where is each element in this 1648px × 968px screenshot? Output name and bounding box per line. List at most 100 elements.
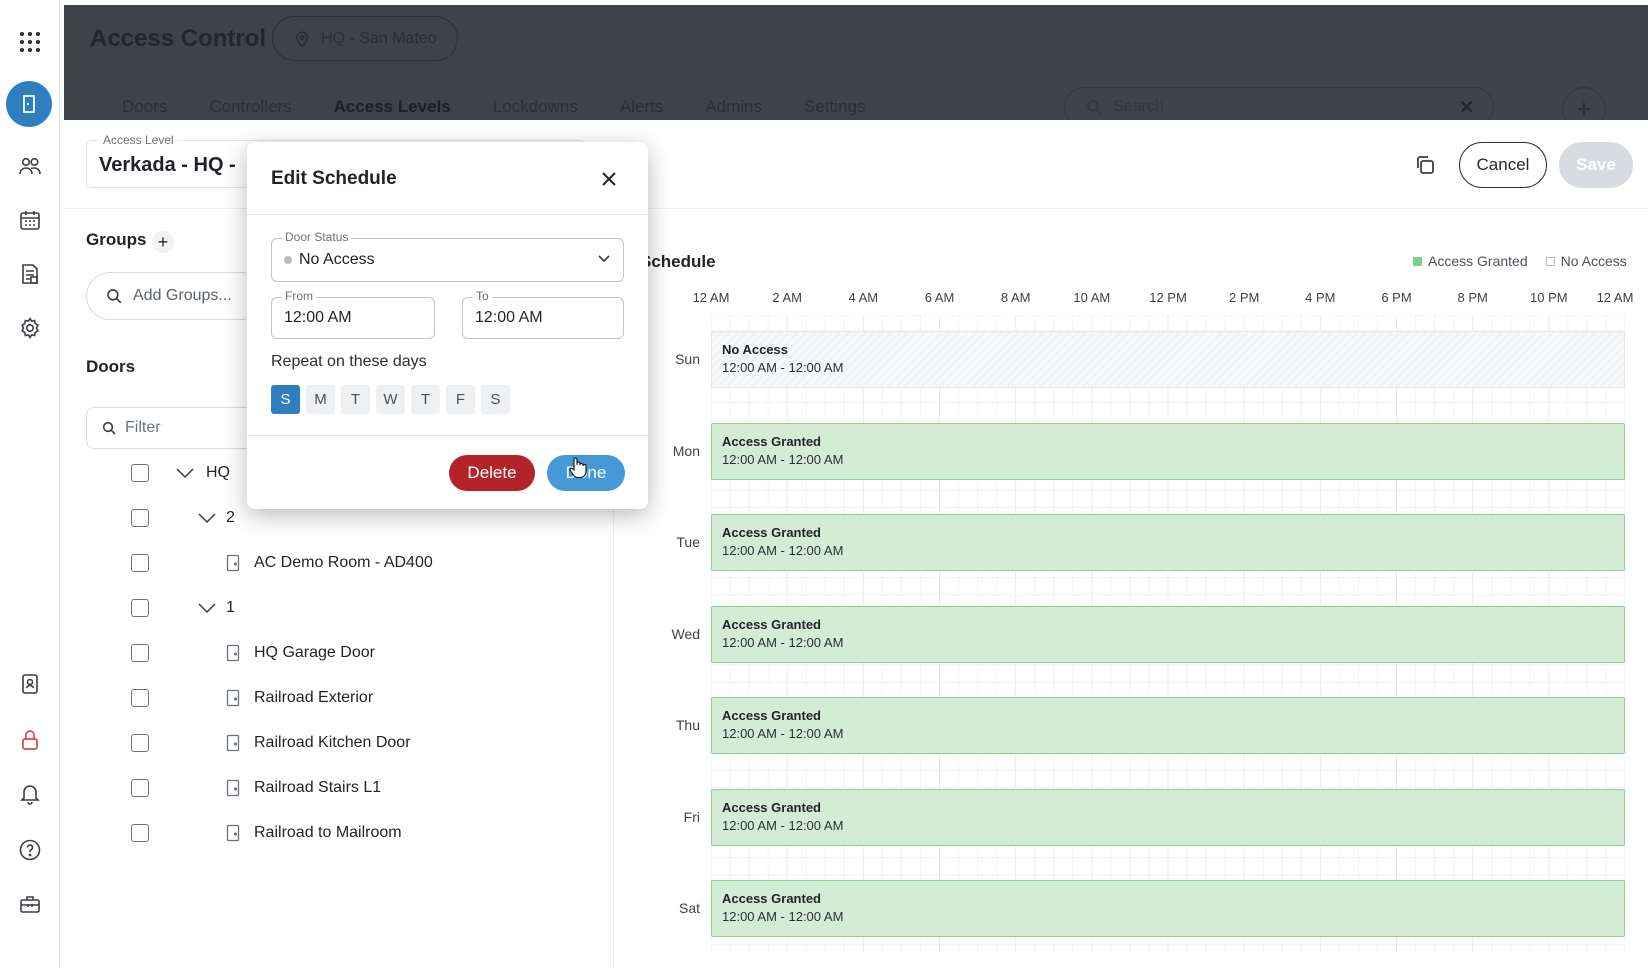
tab-settings[interactable]: Settings [804,97,865,117]
block-time: 12:00 AM - 12:00 AM [722,451,844,467]
chevron-down-icon[interactable] [176,464,194,482]
close-icon[interactable] [595,165,623,193]
tree-door-row[interactable]: Railroad Stairs L1 [226,773,381,803]
search-input[interactable]: Search [1113,98,1164,116]
hour-tick-label: 2 PM [1228,290,1260,305]
door-checkbox[interactable] [131,509,149,527]
door-icon [226,644,240,662]
day-label: Fri [683,808,700,825]
from-time-field[interactable]: From 12:00 AM [271,289,435,339]
weekday-toggle[interactable]: S [271,385,300,414]
report-icon[interactable] [12,256,48,292]
door-checkbox[interactable] [131,599,149,617]
block-status: Access Granted [722,799,821,815]
tree-group-row[interactable]: 1 [198,593,235,623]
tab-access-levels[interactable]: Access Levels [334,97,451,117]
filter-placeholder: Filter [125,419,161,436]
tree-door-row[interactable]: AC Demo Room - AD400 [226,548,433,578]
clear-search-icon[interactable]: ✕ [1458,95,1475,120]
door-checkbox[interactable] [131,554,149,572]
schedule-block-sat[interactable]: Access Granted 12:00 AM - 12:00 AM [711,880,1625,937]
door-icon [226,824,240,842]
calendar-icon[interactable] [12,202,48,238]
schedule-block-tue[interactable]: Access Granted 12:00 AM - 12:00 AM [711,514,1625,571]
settings-gear-icon[interactable] [12,310,48,346]
door-checkbox[interactable] [131,464,149,482]
app-title: Access Control [90,25,267,52]
bell-icon[interactable] [12,776,48,812]
granted-swatch [1413,256,1422,266]
site-selector[interactable]: HQ - San Mateo [272,16,458,61]
tree-door-row[interactable]: Railroad Exterior [226,683,373,713]
to-label: To [473,289,492,303]
tab-admins[interactable]: Admins [705,97,762,117]
lock-icon[interactable] [12,722,48,758]
apps-grid-icon[interactable] [12,24,48,60]
copy-icon[interactable] [1413,153,1437,177]
chevron-down-icon [598,255,610,263]
hour-tick-label: 6 PM [1381,290,1412,305]
to-value: 12:00 AM [475,309,543,326]
weekday-toggle[interactable]: F [446,385,475,414]
hour-tick-label: 8 PM [1457,290,1488,305]
hour-tick-label: 4 AM [848,290,879,305]
tree-door-row[interactable]: Railroad Kitchen Door [226,728,411,758]
save-button[interactable]: Save [1559,142,1633,188]
block-status: Access Granted [722,433,821,449]
toolbox-icon[interactable] [12,886,48,922]
delete-button[interactable]: Delete [449,455,535,491]
door-status-select[interactable]: Door Status No Access [271,230,624,282]
from-label: From [282,289,316,303]
schedule-block-wed[interactable]: Access Granted 12:00 AM - 12:00 AM [711,605,1625,663]
chevron-down-icon[interactable] [198,509,216,527]
door-checkbox[interactable] [131,734,149,752]
chevron-down-icon[interactable] [198,599,216,617]
tree-door-row[interactable]: Railroad to Mailroom [226,818,402,848]
door-icon [226,689,240,707]
door-name: Railroad Stairs L1 [254,779,382,796]
access-level-value[interactable]: Verkada - HQ - [99,154,249,177]
doors-title: Doors [86,357,136,376]
from-value: 12:00 AM [284,309,352,326]
tree-group-row[interactable]: HQ [176,458,230,488]
hour-tick-label: 10 PM [1530,290,1568,305]
day-label: Tue [676,534,700,550]
weekday-toggle[interactable]: M [306,385,335,414]
left-rail [0,0,60,968]
to-time-field[interactable]: To 12:00 AM [462,289,624,339]
people-icon[interactable] [12,148,48,184]
day-label: Wed [671,625,700,642]
weekday-toggle[interactable]: S [481,385,510,414]
legend-granted-label: Access Granted [1428,253,1528,269]
add-groups-input[interactable]: Add Groups... [86,272,266,320]
tree-door-row[interactable]: HQ Garage Door [226,638,375,668]
weekday-toggle[interactable]: W [376,385,405,414]
door-checkbox[interactable] [131,824,149,842]
hour-tick-label: 8 AM [1000,290,1031,305]
schedule-block-fri[interactable]: Access Granted 12:00 AM - 12:00 AM [711,788,1625,846]
tab-doors[interactable]: Doors [122,97,167,117]
weekday-toggle[interactable]: T [341,385,370,414]
add-group-button[interactable]: + [152,231,174,253]
access-control-icon[interactable] [6,81,52,127]
hour-tick-label: 6 AM [924,290,955,305]
help-icon[interactable] [12,832,48,868]
tab-alerts[interactable]: Alerts [620,97,663,117]
weekday-toggle[interactable]: T [411,385,440,414]
door-checkbox[interactable] [131,644,149,662]
site-name: HQ - San Mateo [321,29,437,47]
tree-group-row[interactable]: 2 [198,503,235,533]
door-checkbox[interactable] [131,689,149,707]
tab-lockdowns[interactable]: Lockdowns [493,97,578,117]
tab-controllers[interactable]: Controllers [209,97,291,117]
door-checkbox[interactable] [131,779,149,797]
schedule-block-sun[interactable]: No Access 12:00 AM - 12:00 AM [711,331,1625,388]
badge-icon[interactable] [12,666,48,702]
schedule-block-thu[interactable]: Access Granted 12:00 AM - 12:00 AM [711,697,1625,754]
schedule-block-mon[interactable]: Access Granted 12:00 AM - 12:00 AM [711,422,1625,480]
cancel-button[interactable]: Cancel [1459,142,1547,188]
location-pin-icon [295,31,309,48]
block-time: 12:00 AM - 12:00 AM [722,360,844,375]
door-status-label: Door Status [282,230,352,244]
doors-filter-input[interactable]: Filter [86,407,266,449]
